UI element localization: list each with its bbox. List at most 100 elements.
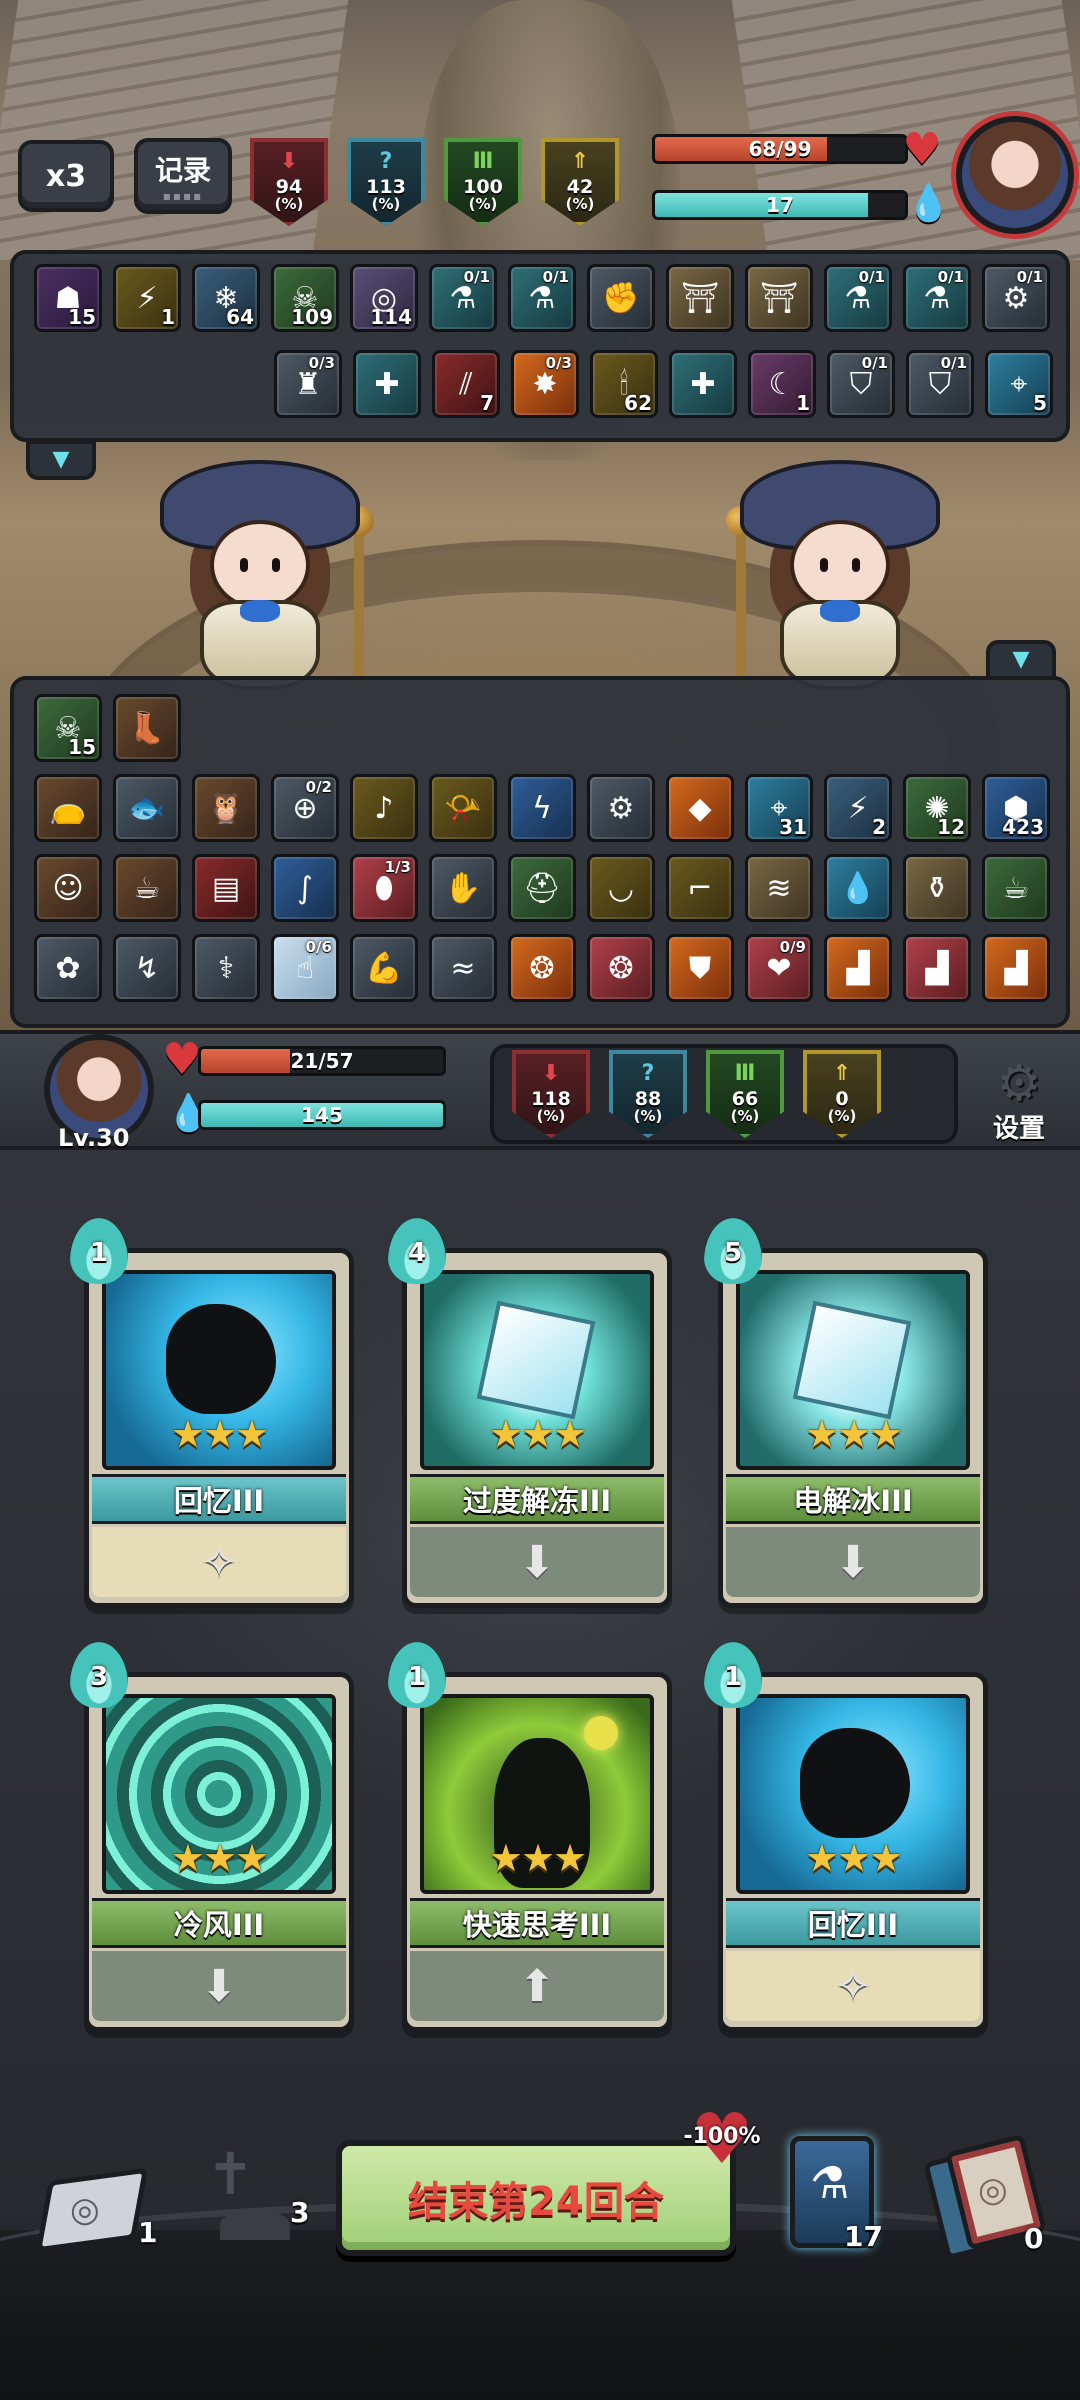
arrow-down-icon: ⬇ — [518, 1536, 556, 1588]
status-slot[interactable]: ♪ — [350, 774, 418, 842]
status-slot[interactable]: ◎ 114 — [350, 264, 418, 332]
card-cost: 1 — [70, 1218, 128, 1284]
status-slot[interactable]: ☠ 15 — [34, 694, 102, 762]
status-slot[interactable]: 👢 — [113, 694, 181, 762]
status-slot[interactable]: ⚕ — [192, 934, 260, 1002]
player-mana-text: 145 — [301, 1103, 343, 1127]
status-slot[interactable]: ⚗ 0/1 — [429, 264, 497, 332]
status-slot[interactable]: ⬮ 1/3 — [350, 854, 418, 922]
status-slot[interactable]: ϟ — [508, 774, 576, 842]
status-count: 31 — [779, 815, 807, 839]
settings-button[interactable]: ⚙ 设置 — [978, 1058, 1060, 1145]
status-slot[interactable]: ✺ 12 — [903, 774, 971, 842]
gun-icon: ⌐ — [687, 870, 713, 906]
status-slot[interactable]: 🦉 — [192, 774, 260, 842]
status-slot[interactable]: ∫ — [271, 854, 339, 922]
attack-down-icon: ⬇ — [541, 1061, 561, 1086]
status-slot[interactable]: ❄ 64 — [192, 264, 260, 332]
status-slot[interactable]: ↯ — [113, 934, 181, 1002]
status-slot[interactable]: ♜ 0/3 — [274, 350, 342, 418]
potion-button[interactable]: ⚗ 17 — [784, 2130, 884, 2258]
claw-icon: ⫽ — [459, 366, 473, 402]
status-slot[interactable]: ▟ — [982, 934, 1050, 1002]
status-slot[interactable]: 📯 — [429, 774, 497, 842]
status-slot[interactable]: ⌖ 31 — [745, 774, 813, 842]
discard-pile-button[interactable]: ◎ 0 — [920, 2133, 1060, 2261]
card-cost-value: 1 — [407, 1662, 427, 1692]
chevron-down-icon: ▼ — [52, 447, 70, 472]
status-slot[interactable]: ✸ 0/3 — [511, 350, 579, 418]
status-slot[interactable]: ☗ 15 — [34, 264, 102, 332]
status-slot[interactable]: ▤ — [192, 854, 260, 922]
status-slot[interactable]: ⚗ 0/1 — [903, 264, 971, 332]
status-slot[interactable]: ▟ — [824, 934, 892, 1002]
skill-card[interactable]: ★★★ 回忆III ✧ 1 — [70, 1218, 354, 1608]
status-slot[interactable]: ☠ 109 — [271, 264, 339, 332]
status-slot[interactable]: ⚙ — [587, 774, 655, 842]
recall-swirl-icon — [166, 1304, 276, 1414]
skill-card[interactable]: ★★★ 电解冰III ⬇ 5 — [704, 1218, 988, 1608]
enemy-portrait[interactable] — [956, 116, 1074, 234]
status-slot[interactable]: ⚱ — [903, 854, 971, 922]
draw-pile-count: 1 — [138, 2216, 158, 2249]
speed-button[interactable]: x3 — [18, 140, 114, 212]
status-slot[interactable]: ⌐ — [666, 854, 734, 922]
status-slot[interactable]: ☕ — [982, 854, 1050, 922]
status-slot[interactable]: ◆ — [666, 774, 734, 842]
enemy-character[interactable] — [720, 440, 960, 700]
status-slot[interactable]: 🕯 62 — [590, 350, 658, 418]
card-name: 过度解冻III — [410, 1474, 664, 1524]
status-slot[interactable]: ▟ — [903, 934, 971, 1002]
status-slot[interactable]: ⌖ 5 — [985, 350, 1053, 418]
status-slot[interactable]: ⛉ 0/1 — [906, 350, 974, 418]
status-slot[interactable]: ❤ 0/9 — [745, 934, 813, 1002]
status-slot[interactable]: ⛩ — [745, 264, 813, 332]
status-slot[interactable]: ⬢ 423 — [982, 774, 1050, 842]
status-slot[interactable]: ⛊ — [666, 934, 734, 1002]
log-dots-icon: ▪▪▪▪ — [162, 189, 204, 203]
skill-card[interactable]: ★★★ 过度解冻III ⬇ 4 — [388, 1218, 672, 1608]
skill-card[interactable]: ★★★ 回忆III ✧ 1 — [704, 1642, 988, 2032]
collapse-player-panel-button[interactable]: ▼ — [986, 640, 1056, 680]
lightning-arrow-icon: ↯ — [134, 950, 160, 986]
status-count: 114 — [370, 305, 412, 329]
status-slot[interactable]: ≋ — [745, 854, 813, 922]
status-slot[interactable]: ☾ 1 — [748, 350, 816, 418]
status-slot[interactable]: ⊕ 0/2 — [271, 774, 339, 842]
status-slot[interactable]: ⚗ 0/1 — [824, 264, 892, 332]
card-type-footer: ⬇ — [92, 1951, 346, 2021]
status-slot[interactable]: ⚗ 0/1 — [508, 264, 576, 332]
status-slot[interactable]: ✚ — [669, 350, 737, 418]
stat-unit: (%) — [827, 1107, 857, 1125]
status-slot[interactable]: ☕ — [113, 854, 181, 922]
graveyard-button[interactable]: ✝ 3 — [186, 2140, 326, 2260]
status-slot[interactable]: ✊ — [587, 264, 655, 332]
draw-pile-button[interactable]: ◎ 1 — [35, 2160, 158, 2270]
status-slot[interactable]: ⫽ 7 — [432, 350, 500, 418]
status-slot[interactable]: ✋ — [429, 854, 497, 922]
status-slot[interactable]: ⛩ — [666, 264, 734, 332]
status-slot[interactable]: ≈ — [429, 934, 497, 1002]
status-slot[interactable]: ☝ 0/6 — [271, 934, 339, 1002]
status-slot[interactable]: ❂ — [587, 934, 655, 1002]
collapse-enemy-panel-button[interactable]: ▼ — [26, 440, 96, 480]
skill-card[interactable]: ★★★ 快速思考III ⬆ 1 — [388, 1642, 672, 2032]
status-slot[interactable]: ⛑ — [508, 854, 576, 922]
player-status-panel: ☠ 15 👢 👝 🐟 🦉 ⊕ 0/2 ♪ 📯 ϟ ⚙ ◆ ⌖ 31 ⚡ 2 ✺ 12 ⬢ 423 ☺ ☕ ▤ ∫ ⬮ 1/3 ✋ ⛑… — [10, 676, 1070, 1028]
status-slot[interactable]: ⚡ 1 — [113, 264, 181, 332]
status-slot[interactable]: ◡ — [587, 854, 655, 922]
status-slot[interactable]: 👝 — [34, 774, 102, 842]
status-slot[interactable]: 💪 — [350, 934, 418, 1002]
status-slot[interactable]: ✿ — [34, 934, 102, 1002]
status-slot[interactable]: ✚ — [353, 350, 421, 418]
status-slot[interactable]: ⚙ 0/1 — [982, 264, 1050, 332]
status-slot[interactable]: 🐟 — [113, 774, 181, 842]
status-slot[interactable]: 💧 — [824, 854, 892, 922]
status-slot[interactable]: ⛉ 0/1 — [827, 350, 895, 418]
log-button[interactable]: 记录 ▪▪▪▪ — [134, 138, 232, 214]
skill-card[interactable]: ★★★ 冷风III ⬇ 3 — [70, 1642, 354, 2032]
status-slot[interactable]: ⚡ 2 — [824, 774, 892, 842]
boots-icon: 👢 — [128, 710, 166, 746]
status-slot[interactable]: ❂ — [508, 934, 576, 1002]
status-slot[interactable]: ☺ — [34, 854, 102, 922]
